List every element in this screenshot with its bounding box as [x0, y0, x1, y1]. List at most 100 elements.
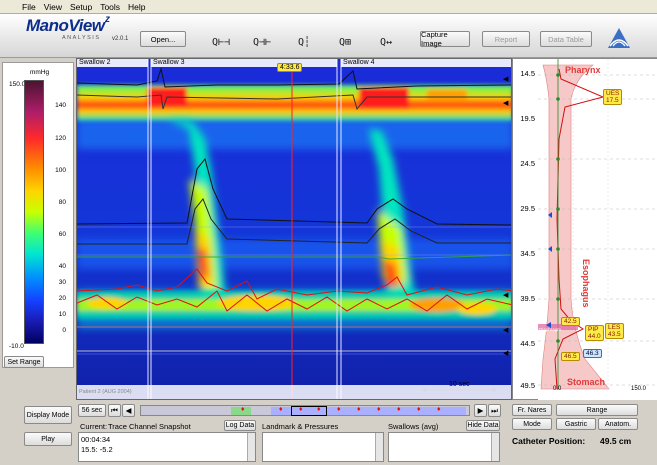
scale-tick: 80: [58, 199, 66, 206]
timeline-viewport[interactable]: [291, 406, 327, 416]
data-table-button[interactable]: Data Table: [540, 31, 592, 47]
scale-min: -10.0: [9, 343, 24, 350]
colorbar-ticks: 140 120 100 80 60 40 30 20 10 0: [46, 80, 72, 344]
timeline-marker-icon[interactable]: ♦: [337, 406, 341, 413]
timeline-marker-icon[interactable]: ♦: [377, 406, 381, 413]
app-logo: ManoView z ANALYSIS v2.0.1: [26, 14, 136, 42]
hide-data-button[interactable]: Hide Data: [466, 420, 500, 431]
zoom-depth-icon[interactable]: Q┆: [289, 30, 319, 54]
mode-button[interactable]: Mode: [512, 418, 552, 430]
menu-bar: File View Setup Tools Help: [0, 0, 657, 14]
swallow-4-label[interactable]: Swallow 4: [343, 59, 375, 66]
zoom-box-icon[interactable]: Q⊞: [330, 30, 360, 54]
depth-tick: 44.5: [520, 339, 535, 348]
depth-tick: 39.5: [520, 294, 535, 303]
pressure-topography-plot[interactable]: Swallow 2 Swallow 3 Swallow 4 4:33.6 Pat…: [76, 58, 512, 400]
app-title-suffix: z: [105, 14, 110, 25]
set-range-button[interactable]: Set Range: [4, 356, 44, 368]
menu-setup[interactable]: Setup: [70, 2, 92, 12]
menu-help[interactable]: Help: [128, 2, 145, 12]
readout-scrollbar[interactable]: [247, 433, 255, 461]
ues-badge[interactable]: UES 17.5: [603, 89, 623, 105]
current-label: Current:: [80, 422, 108, 431]
previous-frame-icon[interactable]: ◀: [122, 404, 135, 417]
swallows-avg-label[interactable]: Swallows (avg): [388, 422, 438, 431]
landmark-scrollbar[interactable]: [375, 433, 383, 461]
les-badge[interactable]: LES 43.5: [605, 323, 624, 339]
app-title: ManoView: [26, 16, 105, 35]
sensor-arrow-icon: ◀: [503, 292, 509, 299]
menu-file[interactable]: File: [22, 2, 36, 12]
timeline-marker-icon[interactable]: ♦: [279, 406, 283, 413]
anatomical-button[interactable]: Anatom.: [598, 418, 638, 430]
patient-footer: Patient 2 (AUG 2004): [79, 389, 132, 395]
scale-unit: mmHg: [30, 69, 50, 76]
landmark-label[interactable]: Landmark & Pressures: [262, 422, 338, 431]
depth-tick: 34.5: [520, 249, 535, 258]
timeline-marker-icon[interactable]: ♦: [397, 406, 401, 413]
display-mode-button[interactable]: Display Mode: [24, 406, 72, 424]
first-frame-icon[interactable]: ⏮: [108, 404, 121, 417]
pressure-badge[interactable]: 42.5: [561, 317, 580, 326]
esophagus-label: Esophagus: [581, 259, 591, 308]
anatomy-panel: 14.5 19.5 24.5 29.5 34.5 39.5 44.5 49.5 …: [512, 58, 657, 401]
app-version: v2.0.1: [112, 36, 129, 42]
stomach-label: Stomach: [567, 377, 606, 387]
catheter-position-label: Catheter Position:: [512, 436, 586, 446]
gastric-button[interactable]: Gastric: [556, 418, 596, 430]
menu-tools[interactable]: Tools: [100, 2, 120, 12]
depth-tick: 29.5: [520, 204, 535, 213]
play-button[interactable]: Play: [24, 432, 72, 446]
axis-min: 0.0: [553, 386, 562, 392]
swallows-scrollbar[interactable]: [491, 433, 499, 461]
scale-max: 150.0: [9, 81, 26, 88]
readout-panel[interactable]: 00:04:34 15.5: -5.2: [78, 432, 256, 462]
company-logo-icon: [608, 28, 630, 48]
app-subtitle: ANALYSIS: [62, 35, 101, 41]
report-button[interactable]: Report: [482, 31, 530, 47]
next-frame-icon[interactable]: ▶: [474, 404, 487, 417]
scale-tick: 140: [55, 102, 66, 109]
sensor-arrow-icon: ◀: [503, 100, 509, 107]
depth-tick: 14.5: [520, 69, 535, 78]
capture-image-button[interactable]: Capture Image: [420, 30, 470, 48]
pressure-badge[interactable]: 46.3: [583, 349, 602, 358]
interval-button[interactable]: 56 sec: [78, 404, 106, 417]
scale-tick: 60: [58, 231, 66, 238]
scale-tick: 0: [62, 327, 66, 334]
timeline-marker-icon[interactable]: ♦: [437, 406, 441, 413]
timeline-marker-icon[interactable]: ♦: [241, 406, 245, 413]
open-button[interactable]: Open...: [140, 31, 186, 47]
scale-bar-label: 10 sec: [449, 381, 470, 388]
landmark-panel[interactable]: [262, 432, 384, 462]
fr-nares-button[interactable]: Fr. Nares: [512, 404, 552, 416]
pharynx-label: Pharynx: [565, 65, 601, 75]
swallows-panel[interactable]: [388, 432, 500, 462]
zoom-time-in-icon[interactable]: Q⊢⊣: [206, 30, 236, 54]
sensor-arrow-icon: ◀: [503, 350, 509, 357]
scale-tick: 120: [55, 135, 66, 142]
swallow-3-label[interactable]: Swallow 3: [153, 59, 185, 66]
scale-tick: 20: [58, 295, 66, 302]
depth-tick: 49.5: [520, 381, 535, 390]
timeline-marker-icon[interactable]: ♦: [357, 406, 361, 413]
last-frame-icon[interactable]: ⏭: [488, 404, 501, 417]
pressure-badge[interactable]: 46.5: [561, 352, 580, 361]
zoom-reset-icon[interactable]: Q↔: [371, 30, 401, 54]
catheter-position-value: 49.5 cm: [600, 436, 632, 446]
scale-tick: 30: [58, 279, 66, 286]
pip-badge[interactable]: PIP 44.0: [585, 325, 604, 341]
sensor-arrow-icon: ◀: [503, 76, 509, 83]
time-cursor-label[interactable]: 4:33.6: [277, 63, 303, 72]
swallow-2-label[interactable]: Swallow 2: [79, 59, 111, 66]
topography-canvas: [77, 59, 511, 399]
sensor-arrow-icon: ◀: [503, 327, 509, 334]
timeline-track[interactable]: ♦ ♦ ♦ ♦ ♦ ♦ ♦ ♦ ♦ ♦: [140, 405, 470, 416]
range-button[interactable]: Range: [556, 404, 638, 416]
diaphragm-label: Diaphragm: [539, 327, 562, 332]
menu-view[interactable]: View: [44, 2, 62, 12]
depth-tick: 19.5: [520, 114, 535, 123]
timeline-marker-icon[interactable]: ♦: [417, 406, 421, 413]
zoom-time-out-icon[interactable]: Q⊣⊢: [247, 30, 277, 54]
log-data-button[interactable]: Log Data: [224, 420, 256, 431]
